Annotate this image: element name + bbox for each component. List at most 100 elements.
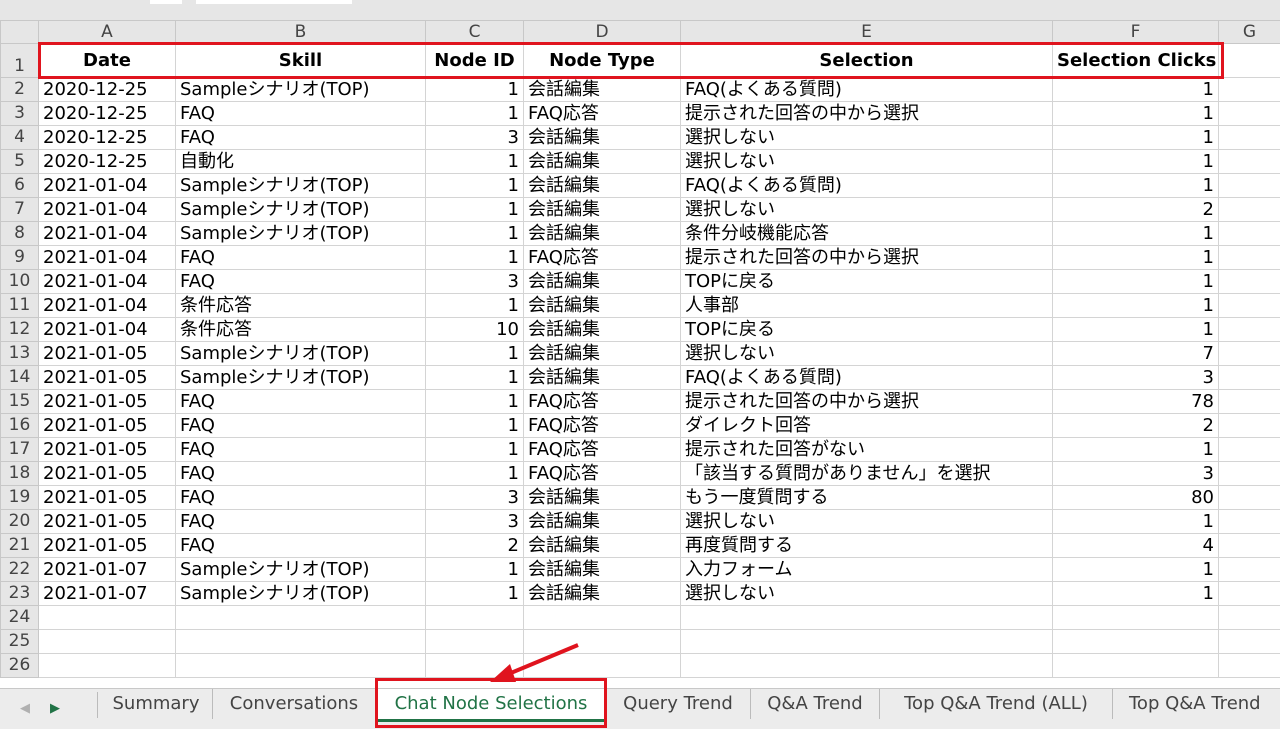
row-header[interactable]: 22: [1, 558, 39, 582]
empty-cell[interactable]: [1219, 126, 1280, 150]
cell-skill[interactable]: 条件応答: [176, 318, 426, 342]
empty-cell[interactable]: [426, 630, 524, 654]
tab-top-qa-trend[interactable]: Top Q&A Trend: [1113, 689, 1280, 719]
cell-skill[interactable]: Sampleシナリオ(TOP): [176, 174, 426, 198]
cell-skill[interactable]: 条件応答: [176, 294, 426, 318]
cell-node-type[interactable]: FAQ応答: [524, 102, 681, 126]
cell-date[interactable]: 2021-01-04: [39, 294, 176, 318]
cell-date[interactable]: 2021-01-05: [39, 390, 176, 414]
row-header[interactable]: 5: [1, 150, 39, 174]
cell-selection-clicks[interactable]: 1: [1053, 246, 1219, 270]
empty-cell[interactable]: [1219, 438, 1280, 462]
cell-selection-clicks[interactable]: 3: [1053, 462, 1219, 486]
triangle-left-icon[interactable]: ◀: [16, 695, 34, 721]
cell-selection-clicks[interactable]: 1: [1053, 150, 1219, 174]
cell-selection[interactable]: FAQ(よくある質問): [681, 174, 1053, 198]
cell-date[interactable]: 2021-01-05: [39, 342, 176, 366]
cell-node-type[interactable]: 会話編集: [524, 294, 681, 318]
column-header-a[interactable]: A: [39, 21, 176, 44]
cell-node-id[interactable]: 1: [426, 198, 524, 222]
row-header[interactable]: 26: [1, 654, 39, 678]
cell-skill[interactable]: Sampleシナリオ(TOP): [176, 558, 426, 582]
cell-selection-clicks[interactable]: 1: [1053, 558, 1219, 582]
empty-cell[interactable]: [1053, 654, 1219, 678]
cell-node-type[interactable]: FAQ応答: [524, 246, 681, 270]
column-header-b[interactable]: B: [176, 21, 426, 44]
cell-selection[interactable]: 条件分岐機能応答: [681, 222, 1053, 246]
cell-selection-clicks[interactable]: 1: [1053, 294, 1219, 318]
row-header[interactable]: 7: [1, 198, 39, 222]
tab-chat-node-selections[interactable]: Chat Node Selections: [378, 689, 605, 722]
empty-cell[interactable]: [1219, 246, 1280, 270]
cell-skill[interactable]: Sampleシナリオ(TOP): [176, 78, 426, 102]
cell-skill[interactable]: 自動化: [176, 150, 426, 174]
row-header[interactable]: 19: [1, 486, 39, 510]
cell-skill[interactable]: FAQ: [176, 270, 426, 294]
cell-node-type[interactable]: 会話編集: [524, 342, 681, 366]
cell-date[interactable]: 2021-01-04: [39, 198, 176, 222]
header-cell-node-type[interactable]: Node Type: [524, 44, 681, 78]
cell-node-type[interactable]: 会話編集: [524, 318, 681, 342]
cell-selection[interactable]: FAQ(よくある質問): [681, 366, 1053, 390]
cell-node-id[interactable]: 1: [426, 438, 524, 462]
select-all-corner[interactable]: [1, 21, 39, 44]
empty-cell[interactable]: [1219, 630, 1280, 654]
empty-cell[interactable]: [426, 654, 524, 678]
cell-skill[interactable]: FAQ: [176, 510, 426, 534]
empty-cell[interactable]: [1219, 342, 1280, 366]
row-header[interactable]: 4: [1, 126, 39, 150]
cell-date[interactable]: 2021-01-04: [39, 222, 176, 246]
empty-cell[interactable]: [1219, 102, 1280, 126]
cell-selection-clicks[interactable]: 1: [1053, 438, 1219, 462]
cell-date[interactable]: 2020-12-25: [39, 78, 176, 102]
cell-selection[interactable]: もう一度質問する: [681, 486, 1053, 510]
empty-cell[interactable]: [1219, 198, 1280, 222]
cell-skill[interactable]: FAQ: [176, 246, 426, 270]
tab-top-qa-trend-all[interactable]: Top Q&A Trend (ALL): [880, 689, 1113, 719]
cell-selection-clicks[interactable]: 4: [1053, 534, 1219, 558]
cell-skill[interactable]: FAQ: [176, 462, 426, 486]
cell-selection[interactable]: FAQ(よくある質問): [681, 78, 1053, 102]
cell-skill[interactable]: FAQ: [176, 126, 426, 150]
column-header-f[interactable]: F: [1053, 21, 1219, 44]
header-cell-node-id[interactable]: Node ID: [426, 44, 524, 78]
row-header[interactable]: 6: [1, 174, 39, 198]
empty-cell[interactable]: [681, 654, 1053, 678]
cell-node-id[interactable]: 1: [426, 414, 524, 438]
cell-date[interactable]: 2021-01-05: [39, 366, 176, 390]
cell-node-type[interactable]: 会話編集: [524, 150, 681, 174]
cell-date[interactable]: 2021-01-05: [39, 438, 176, 462]
cell-node-id[interactable]: 1: [426, 558, 524, 582]
row-header[interactable]: 18: [1, 462, 39, 486]
column-header-c[interactable]: C: [426, 21, 524, 44]
cell-selection[interactable]: 選択しない: [681, 582, 1053, 606]
cell-node-type[interactable]: FAQ応答: [524, 390, 681, 414]
row-header[interactable]: 13: [1, 342, 39, 366]
row-header[interactable]: 16: [1, 414, 39, 438]
cell-date[interactable]: 2021-01-07: [39, 558, 176, 582]
cell-selection[interactable]: 選択しない: [681, 198, 1053, 222]
cell-selection[interactable]: 人事部: [681, 294, 1053, 318]
empty-cell[interactable]: [524, 654, 681, 678]
empty-cell[interactable]: [1219, 606, 1280, 630]
cell-node-id[interactable]: 1: [426, 102, 524, 126]
cell-selection-clicks[interactable]: 78: [1053, 390, 1219, 414]
header-cell-selection[interactable]: Selection: [681, 44, 1053, 78]
tab-qa-trend[interactable]: Q&A Trend: [751, 689, 880, 719]
cell-date[interactable]: 2021-01-05: [39, 534, 176, 558]
cell-node-type[interactable]: 会話編集: [524, 174, 681, 198]
cell-node-id[interactable]: 1: [426, 222, 524, 246]
row-header[interactable]: 3: [1, 102, 39, 126]
empty-cell[interactable]: [1219, 462, 1280, 486]
cell-skill[interactable]: Sampleシナリオ(TOP): [176, 198, 426, 222]
row-header[interactable]: 14: [1, 366, 39, 390]
cell-node-id[interactable]: 2: [426, 534, 524, 558]
empty-cell[interactable]: [1219, 534, 1280, 558]
cell-selection[interactable]: 「該当する質問がありません」を選択: [681, 462, 1053, 486]
cell-node-type[interactable]: 会話編集: [524, 222, 681, 246]
cell-node-type[interactable]: 会話編集: [524, 582, 681, 606]
row-header[interactable]: 17: [1, 438, 39, 462]
cell-date[interactable]: 2021-01-04: [39, 246, 176, 270]
cell-selection[interactable]: 選択しない: [681, 126, 1053, 150]
cell-node-type[interactable]: 会話編集: [524, 270, 681, 294]
